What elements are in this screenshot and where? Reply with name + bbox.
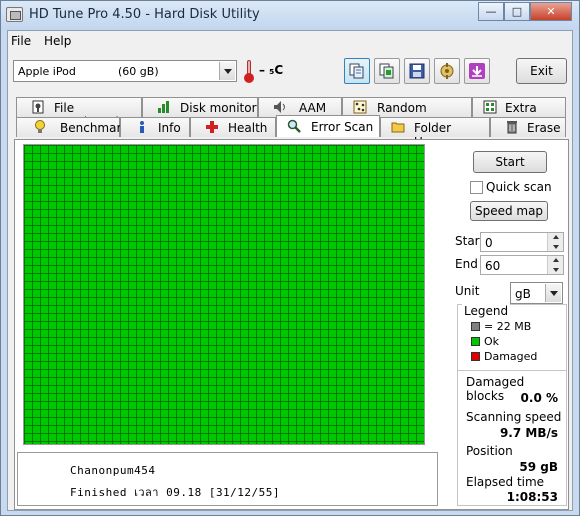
menu-help[interactable]: Help (44, 34, 71, 48)
speed-map-button[interactable]: Speed map (470, 201, 548, 221)
elapsed-time-label: Elapsed time (466, 475, 545, 489)
options-button[interactable] (434, 58, 460, 84)
tab-error-scan[interactable]: Error Scan (276, 115, 380, 137)
client-area: File Help Apple iPod (60 gB) – ₅C Exit F… (7, 30, 573, 511)
copy-screenshot-icon (379, 63, 394, 79)
scan-block-map (23, 144, 425, 445)
exit-button[interactable]: Exit (516, 58, 567, 84)
tab-benchmark[interactable]: Benchmark (16, 117, 128, 137)
start-position-spinner[interactable]: 0 (480, 232, 564, 252)
toolbar: Apple iPod (60 gB) – ₅C Exit (8, 52, 572, 90)
speaker-icon (274, 101, 285, 113)
tab-file-benchmark[interactable]: File Benchmark (16, 97, 142, 129)
spin-down-icon[interactable] (547, 242, 563, 251)
start-position-value: 0 (485, 236, 493, 250)
app-window: HD Tune Pro 4.50 - Hard Disk Utility — □… (0, 0, 580, 516)
tab-random-access[interactable]: Random Access (342, 97, 472, 129)
quick-scan-label: Quick scan (486, 180, 552, 194)
scanning-speed-value: 9.7 MB/s (499, 426, 558, 440)
end-position-spinner[interactable]: 60 (480, 255, 564, 275)
elapsed-time-value: 1:08:53 (506, 490, 558, 504)
download-arrow-icon (469, 63, 485, 79)
copy-info-button[interactable] (344, 58, 370, 84)
tab-info[interactable]: Info (120, 117, 190, 137)
copy-icon (349, 63, 364, 79)
chevron-down-icon[interactable] (545, 284, 561, 302)
spin-up-icon[interactable] (547, 256, 563, 265)
notes-box: Chanonpum454 Finished เวลา 09.18 [31/12/… (17, 452, 438, 506)
tab-label: Info (158, 121, 181, 135)
scanning-speed-label: Scanning speed (466, 410, 562, 424)
legend-title: Legend (462, 304, 511, 318)
hdtune-app-icon (6, 7, 23, 22)
start-scan-button[interactable]: Start (473, 151, 547, 173)
window-title: HD Tune Pro 4.50 - Hard Disk Utility (29, 7, 260, 22)
maximize-button[interactable]: □ (504, 2, 530, 21)
tab-aam[interactable]: AAM (258, 97, 342, 117)
floppy-disk-icon (409, 63, 425, 79)
download-update-button[interactable] (464, 58, 490, 84)
disk-monitor-icon (158, 101, 169, 113)
minimize-button[interactable]: — (478, 2, 504, 21)
tab-health[interactable]: Health (190, 117, 276, 137)
disk-name: Apple iPod (18, 65, 76, 78)
tab-folder-usage[interactable]: Folder Usage (380, 117, 490, 149)
end-position-value: 60 (485, 259, 501, 273)
folder-icon (391, 122, 405, 133)
legend-block-size: = 22 MB (484, 320, 532, 333)
tab-disk-monitor[interactable]: Disk monitor (142, 97, 258, 117)
close-button[interactable]: ✕ (530, 2, 572, 21)
copy-screenshot-button[interactable] (374, 58, 400, 84)
end-field-label: End (455, 257, 478, 271)
quick-scan-checkbox[interactable] (470, 181, 483, 194)
tab-label: Health (228, 121, 268, 135)
file-benchmark-icon (32, 100, 44, 114)
chevron-down-icon[interactable] (219, 62, 235, 80)
title-bar[interactable]: HD Tune Pro 4.50 - Hard Disk Utility — □… (1, 1, 579, 30)
save-button[interactable] (404, 58, 430, 84)
magnifier-icon (287, 119, 301, 133)
options-tools-icon (440, 63, 454, 79)
legend-ok: Ok (484, 335, 500, 348)
legend-swatch-ok (471, 337, 480, 346)
scan-statistics-box: Damaged blocks 0.0 % Scanning speed 9.7 … (457, 370, 567, 506)
legend-swatch-block-size (471, 322, 480, 331)
position-value: 59 gB (519, 460, 558, 474)
trash-icon (507, 121, 517, 134)
tab-label: AAM (299, 101, 327, 115)
unit-value: gB (515, 287, 531, 301)
tab-label: Disk monitor (180, 101, 257, 115)
temperature-readout: – ₅C (259, 63, 284, 77)
notes-line-2: Finished เวลา 09.18 [31/12/55] (70, 486, 281, 499)
spin-up-icon[interactable] (547, 233, 563, 242)
legend-swatch-damaged (471, 352, 480, 361)
lightbulb-icon (35, 120, 45, 133)
damaged-blocks-value: 0.0 % (520, 391, 558, 405)
disk-size: (60 gB) (118, 65, 159, 78)
notes-line-1: Chanonpum454 (70, 464, 156, 477)
tab-label: Benchmark (60, 121, 129, 135)
menu-bar: File Help (8, 31, 572, 51)
extra-tests-icon (483, 100, 497, 114)
info-icon (140, 121, 144, 133)
menu-file[interactable]: File (11, 34, 31, 48)
thermometer-icon (244, 60, 254, 83)
tab-extra-tests[interactable]: Extra tests (472, 97, 566, 129)
random-access-icon (353, 100, 367, 114)
spin-down-icon[interactable] (547, 265, 563, 274)
legend-damaged: Damaged (484, 350, 538, 363)
tab-erase[interactable]: Erase (490, 117, 566, 137)
scan-block-grid (24, 145, 424, 444)
tab-label: Erase (527, 121, 561, 135)
disk-select-dropdown[interactable]: Apple iPod (60 gB) (13, 60, 237, 82)
health-cross-icon (206, 121, 218, 133)
unit-select-dropdown[interactable]: gB (510, 282, 563, 304)
unit-label: Unit (455, 284, 480, 298)
position-label: Position (466, 444, 513, 458)
tab-label: Error Scan (311, 120, 374, 134)
